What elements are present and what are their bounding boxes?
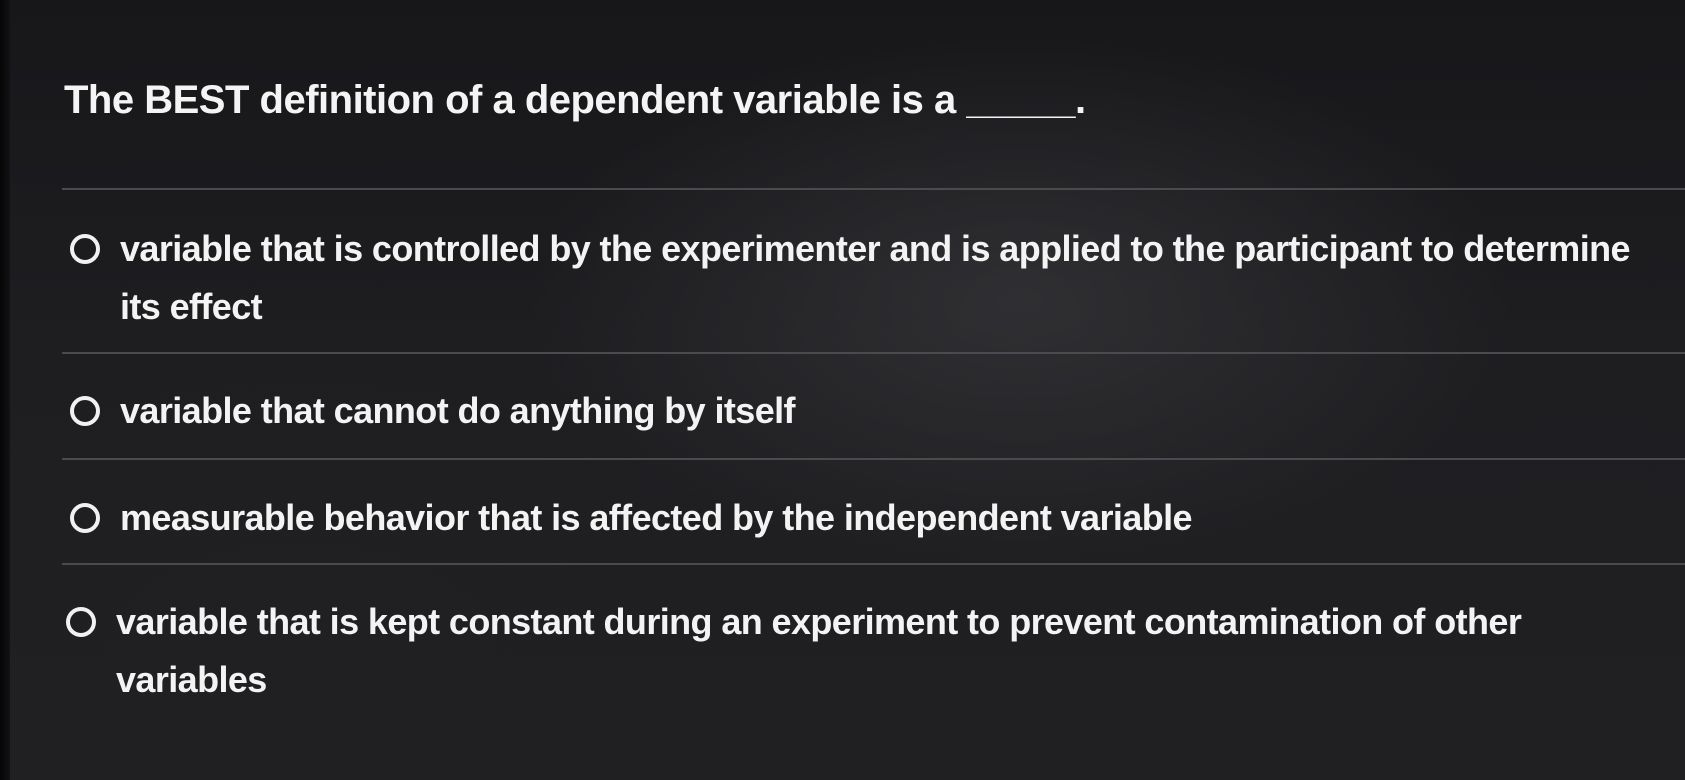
- answer-option-line: variable that is controlled by the exper…: [120, 228, 1631, 269]
- answer-option-3[interactable]: measurable behavior that is affected by …: [70, 497, 1685, 547]
- quiz-screen: The BEST definition of a dependent varia…: [0, 0, 1685, 780]
- answer-option-1[interactable]: variable that is controlled by the exper…: [70, 228, 1685, 336]
- window-edge: [0, 0, 10, 780]
- question-text: The BEST definition of a dependent varia…: [64, 78, 1086, 122]
- answer-option-2[interactable]: variable that cannot do anything by itse…: [70, 390, 1685, 440]
- radio-button-icon[interactable]: [70, 503, 100, 533]
- answer-option-label: variable that is controlled by the exper…: [120, 220, 1631, 336]
- answer-option-label: measurable behavior that is affected by …: [120, 489, 1193, 547]
- divider: [62, 458, 1685, 460]
- answer-option-line: variable that cannot do anything by itse…: [120, 390, 796, 431]
- answer-option-line: variables: [116, 659, 267, 700]
- divider: [62, 563, 1685, 565]
- radio-button-icon[interactable]: [70, 396, 100, 426]
- divider: [62, 188, 1685, 190]
- divider: [62, 352, 1685, 354]
- answer-option-label: variable that cannot do anything by itse…: [120, 382, 796, 440]
- answer-option-line: variable that is kept constant during an…: [116, 601, 1522, 642]
- answer-option-4[interactable]: variable that is kept constant during an…: [66, 601, 1681, 709]
- radio-button-icon[interactable]: [66, 607, 96, 637]
- radio-button-icon[interactable]: [70, 234, 100, 264]
- answer-option-line: its effect: [120, 286, 263, 327]
- answer-option-line: measurable behavior that is affected by …: [120, 497, 1193, 538]
- answer-option-label: variable that is kept constant during an…: [116, 593, 1522, 709]
